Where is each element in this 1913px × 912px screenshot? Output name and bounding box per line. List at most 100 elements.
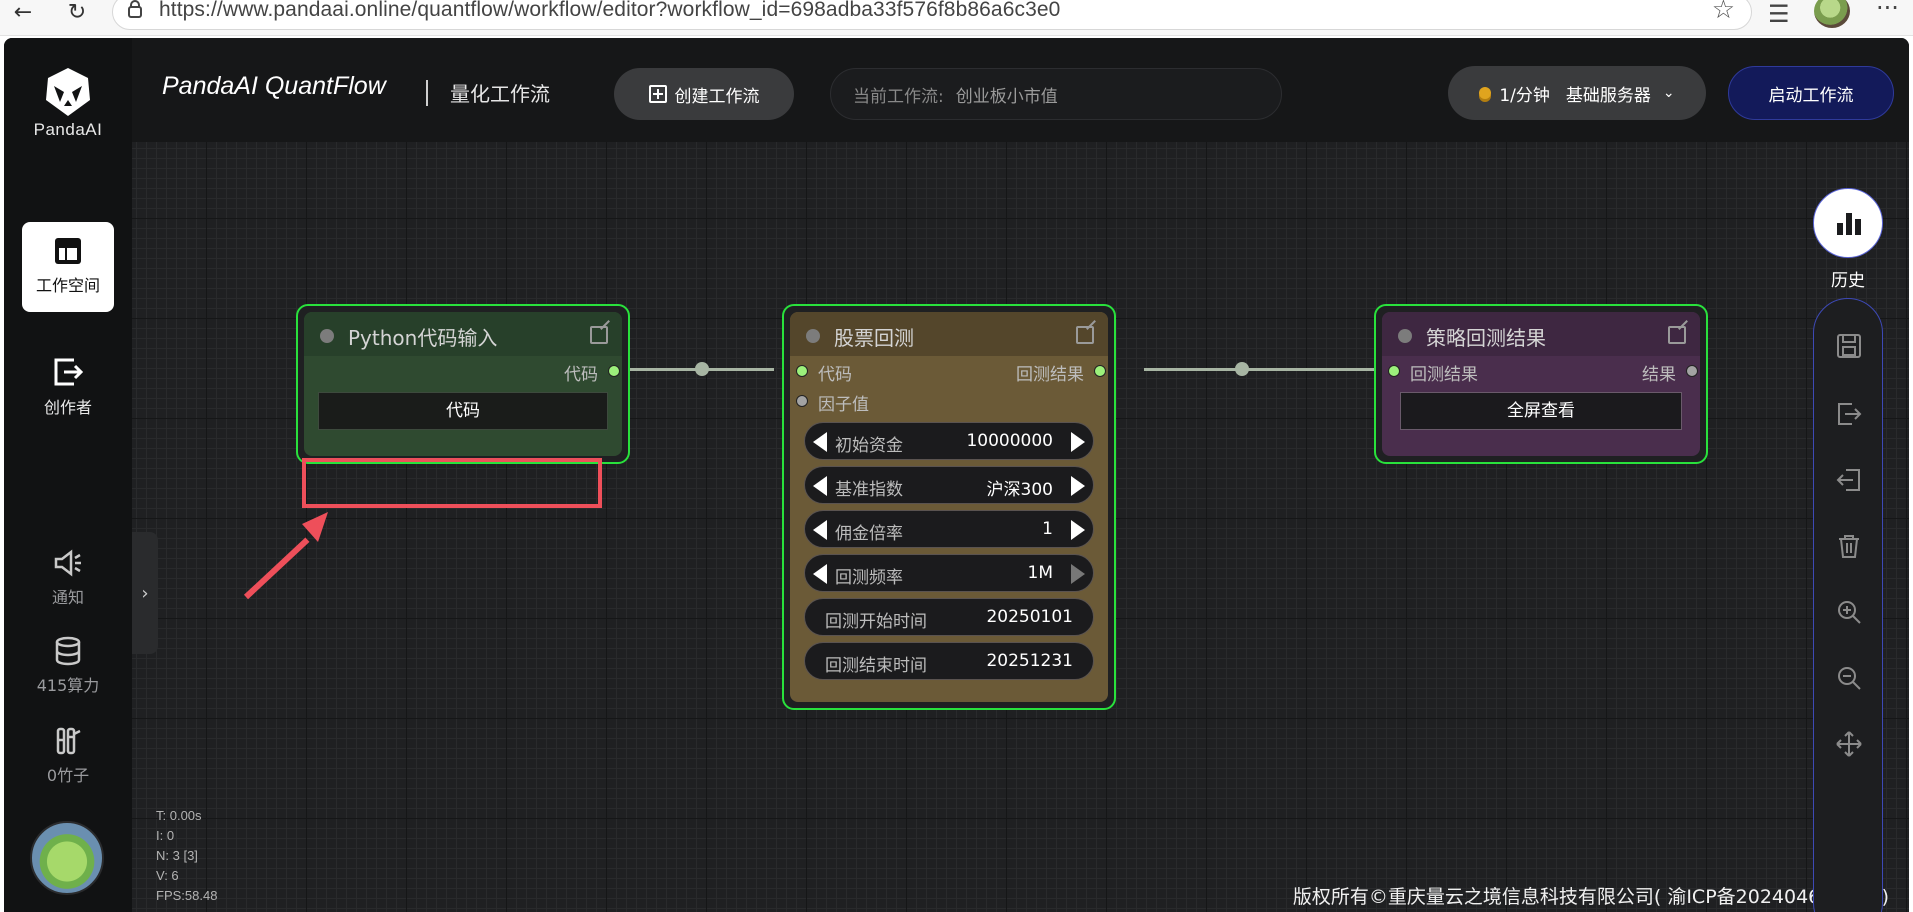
param-value: 1 [1042,519,1053,539]
export-icon[interactable] [1836,401,1862,427]
fit-view-move-icon[interactable] [1836,731,1862,757]
param-value: 沪深300 [986,480,1053,500]
current-workflow-value: 创业板小市值 [955,87,1058,107]
decrement-arrow-icon[interactable] [813,476,827,496]
input-port-dot[interactable] [796,395,808,407]
sidebar-item-label: 通知 [51,588,84,607]
param-start-date[interactable]: 回测开始时间 20250101 [804,598,1094,636]
stat-line: T: 0.00s [156,808,202,823]
node-title-bar[interactable]: 股票回测 [790,312,1108,356]
import-icon[interactable] [1836,467,1862,493]
save-icon[interactable] [1836,333,1862,359]
app-header: PandaAI QuantFlow 量化工作流 创建工作流 当前工作流: 创业板小… [132,38,1909,142]
server-name: 基础服务器 [1565,85,1651,106]
increment-arrow-icon[interactable] [1071,476,1085,496]
workspace-icon [55,238,81,264]
input-port-label: 因子值 [818,395,869,415]
code-button[interactable]: 代码 [318,392,608,430]
node-stock-backtest[interactable]: 股票回测 代码 回测结果 因子值 初始资金 10000000 基准指数 沪深30… [782,304,1116,710]
sidebar-item-label: 0竹子 [46,766,90,785]
node-port-row: 代码 回测结果 [790,356,1108,386]
delete-icon[interactable] [1836,533,1862,559]
node-status-dot [1398,329,1412,343]
current-workflow-field[interactable]: 当前工作流: 创业板小市值 [830,68,1282,120]
workflow-canvas[interactable]: › Python代码输入 代码 代码 股票回测 代码 回测结果 因子值 初始资金… [132,142,1909,912]
output-port-label: 结果 [1642,365,1676,385]
fullscreen-view-button[interactable]: 全屏查看 [1400,392,1682,430]
zoom-in-icon[interactable] [1836,599,1862,625]
server-rate: 1/分钟 [1499,85,1550,106]
param-commission-multiplier[interactable]: 佣金倍率 1 [804,510,1094,548]
brand-name: PandaAI QuantFlow [162,72,386,100]
canvas-stats: T: 0.00s I: 0 N: 3 [3] V: 6 FPS:58.48 [156,806,217,906]
increment-arrow-icon[interactable] [1071,432,1085,452]
decrement-arrow-icon[interactable] [813,432,827,452]
server-select[interactable]: 1/分钟 基础服务器 ⌄ [1448,66,1706,120]
decrement-arrow-icon[interactable] [813,520,827,540]
param-label: 回测结束时间 [825,656,927,676]
app-window: PandaAI 工作空间 创作者 通知 415算力 0竹子 PandaAI Qu… [4,38,1909,912]
node-title-bar[interactable]: Python代码输入 [304,312,622,356]
creator-icon [54,358,84,386]
param-value: 20251231 [986,651,1073,671]
sidebar-item-notification[interactable]: 通知 [22,548,114,608]
increment-arrow-icon[interactable] [1071,564,1085,584]
param-label: 基准指数 [835,480,903,500]
input-port-dot[interactable] [1388,365,1400,377]
bar-chart-icon [1837,213,1861,235]
output-port-dot[interactable] [608,365,620,377]
param-value: 1M [1027,563,1053,583]
bamboo-icon [56,727,81,755]
zoom-out-icon[interactable] [1836,665,1862,691]
param-benchmark-index[interactable]: 基准指数 沪深300 [804,466,1094,504]
current-workflow-label: 当前工作流: [853,87,944,107]
increment-arrow-icon[interactable] [1071,520,1085,540]
create-workflow-button[interactable]: 创建工作流 [614,68,794,120]
connection-midpoint[interactable] [1235,362,1249,376]
param-label: 回测频率 [835,568,903,588]
plus-square-icon [648,85,667,103]
edit-icon[interactable] [590,326,608,344]
sidebar: PandaAI 工作空间 创作者 通知 415算力 0竹子 [4,38,132,912]
panda-logo-icon [46,68,90,116]
sidebar-item-label: 工作空间 [35,276,100,295]
history-button[interactable] [1813,188,1883,258]
browser-profile-avatar[interactable] [1814,0,1850,28]
sidebar-item-workspace[interactable]: 工作空间 [22,222,114,312]
coin-icon [1479,87,1492,99]
canvas-toolbar [1813,298,1883,912]
node-title-bar[interactable]: 策略回测结果 [1382,312,1700,356]
edit-icon[interactable] [1668,326,1686,344]
user-avatar[interactable] [30,821,104,895]
node-python-code-input[interactable]: Python代码输入 代码 代码 [296,304,630,464]
decrement-arrow-icon[interactable] [813,564,827,584]
param-backtest-frequency[interactable]: 回测频率 1M [804,554,1094,592]
input-port-dot[interactable] [796,365,808,377]
sidebar-item-creator[interactable]: 创作者 [22,356,114,418]
node-port-row: 因子值 [790,386,1108,416]
history-label: 历史 [1831,271,1865,291]
panel-toggle-chevron-icon[interactable]: › [132,532,158,654]
favorites-icon[interactable]: ☰ [1768,0,1790,28]
sidebar-item-label: 创作者 [43,398,92,417]
node-status-dot [806,329,820,343]
more-icon[interactable]: ··· [1876,0,1899,22]
output-port-dot[interactable] [1686,365,1698,377]
node-port-row: 回测结果 结果 [1382,356,1700,386]
address-bar[interactable]: https://www.pandaai.online/quantflow/wor… [112,0,1752,30]
start-workflow-button[interactable]: 启动工作流 [1728,66,1894,120]
param-value: 20250101 [986,607,1073,627]
bookmark-star-icon[interactable]: ☆ [1712,0,1735,25]
sidebar-item-compute[interactable]: 415算力 [22,636,114,696]
param-initial-capital[interactable]: 初始资金 10000000 [804,422,1094,460]
output-port-dot[interactable] [1094,365,1106,377]
node-strategy-result[interactable]: 策略回测结果 回测结果 结果 全屏查看 [1374,304,1708,464]
back-icon[interactable]: ← [8,2,38,28]
param-value: 10000000 [966,431,1053,451]
sidebar-item-bamboo[interactable]: 0竹子 [22,726,114,786]
node-title: 策略回测结果 [1426,326,1546,350]
param-end-date[interactable]: 回测结束时间 20251231 [804,642,1094,680]
connection-midpoint[interactable] [695,362,709,376]
reload-icon[interactable]: ↻ [62,2,92,28]
edit-icon[interactable] [1076,326,1094,344]
